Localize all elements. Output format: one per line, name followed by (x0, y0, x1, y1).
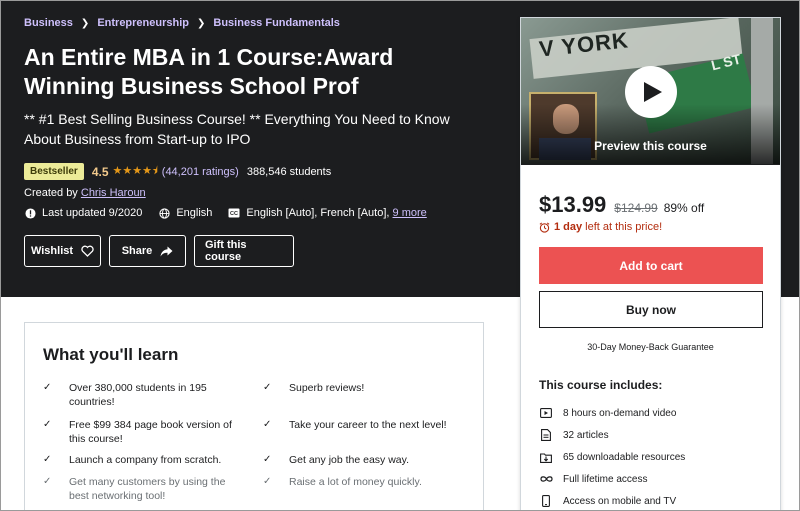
captions: CC English [Auto], French [Auto], 9 more (228, 207, 427, 219)
include-item: 8 hours on-demand video (539, 402, 685, 424)
last-updated-text: Last updated 9/2020 (42, 207, 143, 219)
student-count: 388,546 students (246, 165, 332, 178)
bestseller-badge: Bestseller (24, 163, 84, 180)
include-text: 65 downloadable resources (563, 451, 686, 463)
wishlist-button[interactable]: Wishlist (24, 235, 101, 267)
learn-item-text: Superb reviews! (289, 382, 365, 394)
chevron-right-icon: ❯ (197, 17, 206, 29)
discount-percent: 89% off (663, 201, 705, 215)
include-item: Full lifetime access (539, 468, 685, 490)
gift-course-button[interactable]: Gift this course (194, 235, 294, 267)
wishlist-label: Wishlist (30, 245, 74, 257)
language: English (158, 207, 212, 219)
language-text: English (176, 207, 213, 219)
heart-icon (81, 245, 94, 257)
course-title: An Entire MBA in 1 Course:Award Winning … (24, 44, 394, 99)
check-icon: ✓ (43, 419, 52, 430)
includes-title: This course includes: (539, 378, 663, 392)
share-arrow-icon (160, 246, 173, 257)
learn-item-text: Over 380,000 students in 195 countries! (69, 382, 207, 408)
sale-timer: 1 day left at this price! (539, 221, 662, 233)
current-price: $13.99 (539, 192, 607, 217)
breadcrumb-business[interactable]: Business (24, 17, 73, 29)
breadcrumb-business-fundamentals[interactable]: Business Fundamentals (213, 17, 340, 29)
purchase-sidebar: V YORK L ST Preview this course $13.99 $… (520, 17, 781, 510)
include-item: Access on mobile and TV (539, 490, 685, 510)
check-icon: ✓ (263, 476, 272, 487)
check-icon: ✓ (43, 476, 52, 487)
breadcrumb-entrepreneurship[interactable]: Entrepreneurship (97, 17, 189, 29)
course-page: Business ❯ Entrepreneurship ❯ Business F… (0, 0, 800, 511)
course-meta: Last updated 9/2020 English CC English [… (24, 207, 443, 219)
learn-item-text: Raise a lot of money quickly. (289, 476, 422, 488)
instructor-link[interactable]: Chris Haroun (81, 187, 146, 199)
play-icon (644, 82, 662, 102)
check-icon: ✓ (263, 419, 272, 430)
check-icon: ✓ (43, 454, 52, 465)
timer-text: left at this price! (585, 221, 663, 233)
add-to-cart-button[interactable]: Add to cart (539, 247, 763, 284)
breadcrumb: Business ❯ Entrepreneurship ❯ Business F… (24, 17, 340, 29)
svg-text:CC: CC (230, 211, 238, 217)
captions-text: English [Auto], French [Auto], (246, 207, 390, 219)
captions-more-link[interactable]: 9 more (393, 207, 427, 219)
play-button[interactable] (625, 66, 677, 118)
chevron-right-icon: ❯ (80, 17, 90, 29)
buy-now-button[interactable]: Buy now (539, 291, 763, 328)
video-icon (539, 406, 553, 420)
include-text: Access on mobile and TV (563, 495, 677, 507)
download-icon (539, 450, 553, 464)
check-icon: ✓ (43, 382, 52, 393)
course-preview-video[interactable]: V YORK L ST Preview this course (521, 18, 780, 165)
learn-item-text: Get any job the easy way. (289, 454, 410, 466)
rating-count-link[interactable]: (44,201 ratings) (162, 166, 239, 178)
preview-label: Preview this course (594, 139, 707, 153)
include-item: 65 downloadable resources (539, 446, 685, 468)
alert-badge-icon (24, 207, 36, 219)
share-button[interactable]: Share (109, 235, 186, 267)
learn-item: ✓ Raise a lot of money quickly. (263, 475, 459, 489)
learn-item: ✓ Launch a company from scratch. (43, 453, 239, 467)
include-item: 32 articles (539, 424, 685, 446)
article-icon (539, 428, 553, 442)
learn-item: ✓ Get many customers by using the best n… (43, 475, 239, 503)
include-text: 8 hours on-demand video (563, 407, 677, 419)
globe-icon (158, 207, 170, 219)
created-by: Created by Chris Haroun (24, 187, 146, 199)
check-icon: ✓ (263, 382, 272, 393)
share-label: Share (121, 245, 153, 257)
alarm-clock-icon (539, 222, 550, 233)
last-updated: Last updated 9/2020 (24, 207, 142, 219)
closed-captions-icon: CC (228, 207, 240, 219)
include-text: 32 articles (563, 429, 609, 441)
learn-item-text: Get many customers by using the best net… (69, 476, 226, 502)
learn-item-text: Take your career to the next level! (289, 419, 447, 431)
timer-days: 1 day (554, 221, 583, 233)
original-price: $124.99 (614, 201, 658, 215)
learn-item: ✓ Take your career to the next level! (263, 418, 459, 432)
created-by-label: Created by (24, 187, 78, 199)
price-area: $13.99 $124.99 89% off (539, 192, 704, 218)
check-icon: ✓ (263, 454, 272, 465)
learn-title: What you'll learn (43, 345, 179, 364)
infinity-icon (539, 472, 553, 486)
learn-item-text: Free $99 384 page book version of this c… (69, 419, 232, 445)
action-buttons: Wishlist Share Gift this course (24, 235, 302, 267)
rating-row: Bestseller 4.5 ★★★★⯨ (44,201 ratings) 38… (24, 162, 331, 181)
learn-item: ✓ Free $99 384 page book version of this… (43, 418, 239, 446)
learn-item: ✓ Superb reviews! (263, 381, 459, 395)
what-youll-learn: What you'll learn ✓ Over 380,000 student… (24, 322, 484, 510)
money-back-guarantee: 30-Day Money-Back Guarantee (587, 342, 714, 352)
rating-value: 4.5 (91, 164, 109, 179)
mobile-icon (539, 494, 553, 508)
rating-stars-icon: ★★★★⯨ (112, 165, 158, 177)
learn-item: ✓ Over 380,000 students in 195 countries… (43, 381, 239, 409)
includes-list: 8 hours on-demand video 32 articles 65 d… (539, 402, 685, 510)
include-text: Full lifetime access (563, 473, 648, 485)
learn-item-text: Launch a company from scratch. (69, 454, 222, 466)
learn-item: ✓ Get any job the easy way. (263, 453, 459, 467)
course-subtitle: ** #1 Best Selling Business Course! ** E… (24, 111, 450, 147)
